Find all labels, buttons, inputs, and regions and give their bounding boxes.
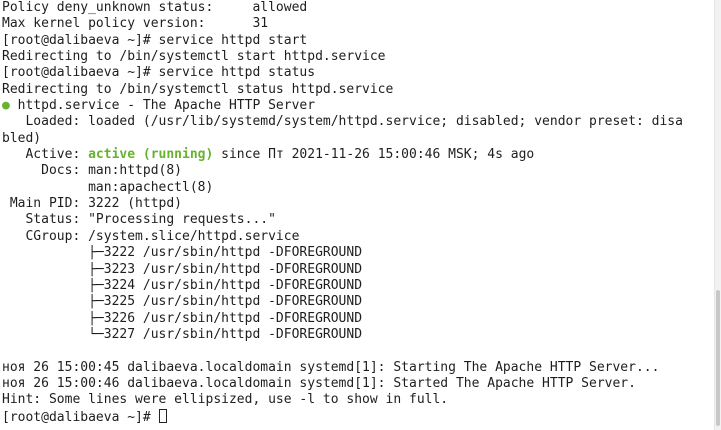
docs-line: Docs: man:httpd(8) [2,163,183,179]
loaded-line: Loaded: loaded (/usr/lib/systemd/system/… [2,114,683,130]
docs-line: man:apachectl(8) [2,179,214,195]
process-tree-line: └─3227 /usr/sbin/httpd -DFOREGROUND [2,326,363,342]
process-tree-line: ├─3225 /usr/sbin/httpd -DFOREGROUND [2,294,363,310]
service-title-line: ● httpd.service - The Apache HTTP Server [2,98,715,114]
process-tree-line: ├─3226 /usr/sbin/httpd -DFOREGROUND [2,310,363,326]
scrollbar-thumb[interactable] [716,290,720,426]
output-line: Policy deny_unknown status: allowed [2,0,308,15]
active-line: Active: active (running) since Пт 2021-1… [2,147,715,163]
cgroup-line: CGroup: /system.slice/httpd.service [2,228,300,244]
output-line: Redirecting to /bin/systemctl start http… [2,49,386,65]
process-tree-line: ├─3224 /usr/sbin/httpd -DFOREGROUND [2,277,363,293]
service-title-text: httpd.service - The Apache HTTP Server [9,98,316,114]
prompt-text: [root@dalibaeva ~]# [2,409,159,425]
active-label: Active: [2,147,89,163]
journal-line: ноя 26 15:00:45 dalibaeva.localdomain sy… [2,359,660,375]
block-cursor-icon [158,408,167,423]
active-since: since Пт 2021-11-26 15:00:46 MSK; 4s ago [213,147,535,163]
output-line: Redirecting to /bin/systemctl status htt… [2,81,394,97]
hint-line: Hint: Some lines were ellipsized, use -l… [2,392,449,408]
main-pid-line: Main PID: 3222 (httpd) [2,196,183,212]
green-dot-icon: ● [2,98,10,114]
loaded-line-wrap: bled) [2,130,42,146]
vertical-scrollbar[interactable] [714,0,721,430]
prompt-line: [root@dalibaeva ~]# service httpd status [2,65,316,81]
process-tree-line: ├─3222 /usr/sbin/httpd -DFOREGROUND [2,245,363,261]
status-line: Status: "Processing requests..." [2,212,276,228]
process-tree-line: ├─3223 /usr/sbin/httpd -DFOREGROUND [2,261,363,277]
prompt-line-current[interactable]: [root@dalibaeva ~]# [2,408,715,425]
terminal-output[interactable]: Policy deny_unknown status: allowed Max … [0,0,715,430]
output-line: Max kernel policy version: 31 [2,16,269,32]
active-status: active (running) [88,147,214,163]
journal-line: ноя 26 15:00:46 dalibaeva.localdomain sy… [2,375,636,391]
prompt-line: [root@dalibaeva ~]# service httpd start [2,32,308,48]
